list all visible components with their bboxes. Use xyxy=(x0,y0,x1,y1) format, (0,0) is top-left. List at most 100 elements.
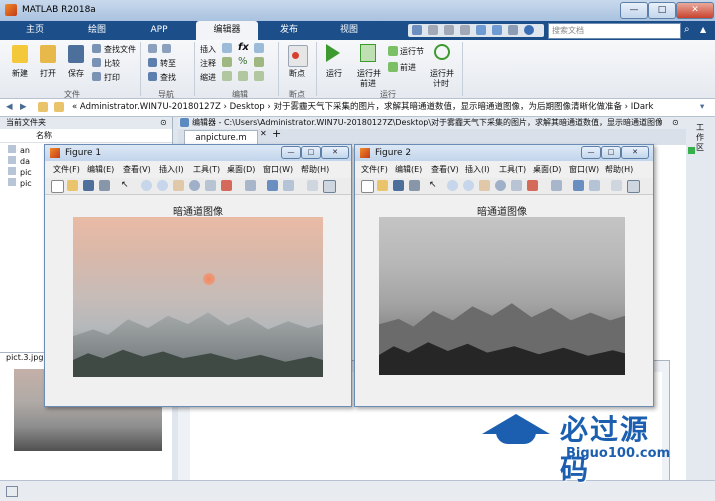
figure-1-maximize-button[interactable]: □ xyxy=(301,146,321,159)
file-list-header[interactable]: 名称 xyxy=(0,130,172,143)
increase-indent-icon[interactable] xyxy=(238,71,248,81)
menu-view[interactable]: 查看(V) xyxy=(123,163,151,177)
workspace-label[interactable]: 工作区 xyxy=(696,123,706,153)
list-item[interactable]: pic xyxy=(8,178,32,189)
save-figure-icon[interactable] xyxy=(83,180,94,191)
breakpoints-button[interactable]: 断点 xyxy=(289,68,305,79)
zoom-in-icon[interactable] xyxy=(447,180,458,191)
legend-icon[interactable] xyxy=(589,180,600,191)
paste-icon[interactable] xyxy=(460,25,470,35)
minimize-button[interactable]: — xyxy=(620,2,648,19)
close-button[interactable]: ✕ xyxy=(676,2,714,19)
quick-access-toolbar[interactable] xyxy=(408,24,544,37)
pointer-icon[interactable]: ↖ xyxy=(121,180,132,191)
insert-icon[interactable] xyxy=(254,43,264,53)
copy-icon[interactable] xyxy=(444,25,454,35)
breakpoints-icon[interactable] xyxy=(288,45,308,67)
advance-button[interactable]: 前进 xyxy=(400,62,416,73)
wrap-comments-icon[interactable] xyxy=(254,57,264,67)
menu-desktop[interactable]: 桌面(D) xyxy=(227,163,255,177)
panel-menu-icon[interactable]: ⊙ xyxy=(160,117,167,129)
figure-1-minimize-button[interactable]: — xyxy=(281,146,301,159)
menu-insert[interactable]: 插入(I) xyxy=(159,163,184,177)
tab-view[interactable]: 视图 xyxy=(322,21,376,40)
menu-file[interactable]: 文件(F) xyxy=(361,163,388,177)
new-button[interactable]: 新建 xyxy=(12,68,28,79)
rotate-3d-icon[interactable] xyxy=(189,180,200,191)
new-figure-icon[interactable] xyxy=(361,180,374,193)
brush-icon[interactable] xyxy=(221,180,232,191)
open-file-icon[interactable] xyxy=(377,180,388,191)
menu-insert[interactable]: 插入(I) xyxy=(465,163,490,177)
search-icon[interactable]: ⌕ xyxy=(684,24,696,36)
brush-icon[interactable] xyxy=(527,180,538,191)
open-button[interactable]: 打开 xyxy=(40,68,56,79)
menu-file[interactable]: 文件(F) xyxy=(53,163,80,177)
function-icon[interactable]: fx xyxy=(238,42,249,53)
search-documentation-input[interactable]: 搜索文档 xyxy=(548,23,681,39)
back-icon[interactable] xyxy=(148,44,157,53)
show-plot-tools-icon[interactable] xyxy=(627,180,640,193)
run-section-button[interactable]: 运行节 xyxy=(400,46,424,57)
menu-window[interactable]: 窗口(W) xyxy=(263,163,293,177)
forward-arrow-icon[interactable]: ▶ xyxy=(20,99,27,116)
new-icon[interactable] xyxy=(12,45,28,63)
run-and-advance-line2[interactable]: 前进 xyxy=(360,78,376,89)
name-column-header[interactable]: 名称 xyxy=(36,130,52,142)
list-item[interactable]: da xyxy=(8,156,32,167)
close-tab-icon[interactable]: ✕ xyxy=(260,129,267,138)
data-cursor-icon[interactable] xyxy=(205,180,216,191)
link-plot-icon[interactable] xyxy=(245,180,256,191)
tab-publish[interactable]: 发布 xyxy=(262,21,316,40)
tab-anpicture[interactable]: anpicture.m xyxy=(184,130,258,145)
menu-edit[interactable]: 编辑(E) xyxy=(87,163,114,177)
rotate-3d-icon[interactable] xyxy=(495,180,506,191)
list-item[interactable]: an xyxy=(8,145,32,156)
redo-icon[interactable] xyxy=(492,25,502,35)
browse-folder-icon[interactable] xyxy=(54,102,64,112)
list-item[interactable]: pic xyxy=(8,167,32,178)
print-figure-icon[interactable] xyxy=(409,180,420,191)
show-plot-tools-icon[interactable] xyxy=(323,180,336,193)
find-files-button[interactable]: 查找文件 xyxy=(104,44,136,55)
legend-icon[interactable] xyxy=(283,180,294,191)
zoom-out-icon[interactable] xyxy=(463,180,474,191)
smart-indent-icon[interactable] xyxy=(222,71,232,81)
indent-button[interactable]: 缩进 xyxy=(200,72,216,83)
menu-view[interactable]: 查看(V) xyxy=(431,163,459,177)
print-figure-icon[interactable] xyxy=(99,180,110,191)
decrease-indent-icon[interactable] xyxy=(254,71,264,81)
run-and-time-line2[interactable]: 计时 xyxy=(433,78,449,89)
switch-windows-icon[interactable] xyxy=(508,25,518,35)
hide-plot-tools-icon[interactable] xyxy=(307,180,318,191)
run-button[interactable]: 运行 xyxy=(326,68,342,79)
run-and-advance-icon[interactable] xyxy=(360,44,376,62)
figure-2-minimize-button[interactable]: — xyxy=(581,146,601,159)
editor-menu-icon[interactable]: ⊙ xyxy=(672,117,679,129)
insert-section-icon[interactable] xyxy=(222,43,232,53)
maximize-button[interactable]: □ xyxy=(648,2,676,19)
link-plot-icon[interactable] xyxy=(551,180,562,191)
menu-edit[interactable]: 编辑(E) xyxy=(395,163,422,177)
pan-icon[interactable] xyxy=(173,180,184,191)
collapse-ribbon-icon[interactable]: ▲ xyxy=(700,25,710,35)
open-icon[interactable] xyxy=(40,45,56,63)
menu-help[interactable]: 帮助(H) xyxy=(605,163,633,177)
find-button[interactable]: 查找 xyxy=(160,72,176,83)
current-folder-path[interactable]: « Administrator.WIN7U-20180127Z › Deskto… xyxy=(72,99,682,116)
menu-tools[interactable]: 工具(T) xyxy=(193,163,220,177)
run-and-time-icon[interactable] xyxy=(434,44,450,60)
menu-window[interactable]: 窗口(W) xyxy=(569,163,599,177)
tab-editor[interactable]: 编辑器 xyxy=(196,21,258,40)
pointer-icon[interactable]: ↖ xyxy=(429,180,440,191)
up-folder-icon[interactable] xyxy=(38,102,48,112)
comment-button[interactable]: 注释 xyxy=(200,58,216,69)
save-figure-icon[interactable] xyxy=(393,180,404,191)
new-tab-icon[interactable]: + xyxy=(272,127,281,140)
figure-2-maximize-button[interactable]: □ xyxy=(601,146,621,159)
hide-plot-tools-icon[interactable] xyxy=(611,180,622,191)
print-button[interactable]: 打印 xyxy=(104,72,120,83)
figure-1-close-button[interactable]: ✕ xyxy=(321,146,349,159)
help-icon[interactable] xyxy=(524,25,534,35)
zoom-in-icon[interactable] xyxy=(141,180,152,191)
